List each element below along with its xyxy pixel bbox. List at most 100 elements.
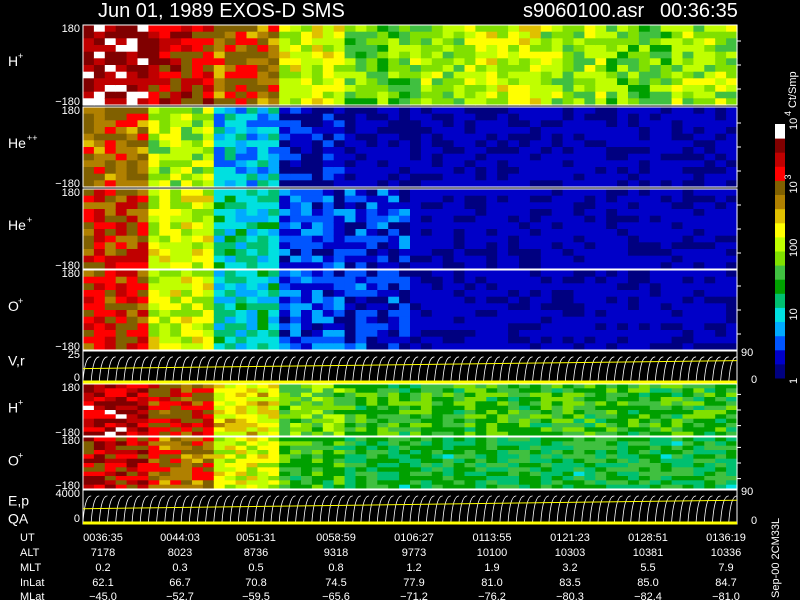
spectro-cell <box>726 405 738 411</box>
spectro-cell <box>453 384 466 389</box>
spectro-cell <box>301 78 313 86</box>
spectro-cell <box>464 229 476 237</box>
spectro-cell <box>715 303 727 311</box>
spectro-cell <box>322 450 335 455</box>
spectro-cell <box>246 310 258 318</box>
spectro-cell <box>638 480 651 486</box>
spectro-cell <box>137 437 149 442</box>
spectro-cell <box>693 173 705 181</box>
spectro-cell <box>355 173 367 181</box>
spectro-cell <box>704 336 716 344</box>
spectro-cell <box>213 480 226 486</box>
spectro-cell <box>246 427 258 433</box>
spectro-cell <box>202 195 215 203</box>
spectro-cell <box>628 242 640 250</box>
y-tick-min: 0 <box>74 372 80 384</box>
spectro-cell <box>115 445 128 451</box>
spectro-cell <box>628 107 640 115</box>
spectro-cell <box>540 107 553 115</box>
spectro-cell <box>638 423 651 428</box>
spectro-cell <box>181 397 193 402</box>
spectro-cell <box>311 330 324 338</box>
spectro-cell <box>126 388 139 394</box>
spectro-cell <box>475 71 487 79</box>
spectro-cell <box>290 418 302 424</box>
spectro-cell <box>628 91 640 99</box>
spectro-cell <box>268 51 280 59</box>
spectro-cell <box>104 120 117 128</box>
spectro-cell <box>246 296 258 304</box>
spectro-cell <box>268 336 280 344</box>
spectro-cell <box>159 65 171 73</box>
spectro-cell <box>595 85 607 93</box>
spectro-cell <box>104 107 117 115</box>
spectro-cell <box>246 441 258 447</box>
spectro-cell <box>671 242 684 250</box>
spectro-cell <box>540 467 553 473</box>
y-tick-max: 180 <box>62 187 80 199</box>
spectro-cell <box>83 401 95 407</box>
spectro-cell <box>420 437 433 442</box>
spectro-cell <box>464 167 476 175</box>
spectro-cell <box>224 85 237 93</box>
spectro-cell <box>497 107 509 115</box>
spectro-cell <box>551 276 564 284</box>
spectro-cell <box>660 58 673 66</box>
spectro-cell <box>279 133 291 141</box>
spectro-cell <box>322 392 335 398</box>
spectro-cell <box>497 467 509 473</box>
spectro-cell <box>246 476 258 481</box>
spectro-cell <box>573 316 585 324</box>
spectro-cell <box>551 458 564 464</box>
spectro-cell <box>693 195 705 203</box>
spectro-cell <box>268 85 280 93</box>
spectro-cell <box>224 45 237 53</box>
spectro-cell <box>268 167 280 175</box>
spectro-cell <box>584 290 596 298</box>
spectro-cell <box>573 401 585 407</box>
spectro-cell <box>148 397 160 402</box>
spectro-cell <box>660 71 673 79</box>
spectro-cell <box>93 384 106 389</box>
spectro-cell <box>93 441 106 447</box>
spectro-cell <box>224 410 237 415</box>
spectro-cell <box>551 255 564 263</box>
spectro-cell <box>333 229 346 237</box>
spectro-cell <box>442 471 455 477</box>
spectro-cell <box>726 167 738 175</box>
spectro-cell <box>279 65 291 73</box>
spectro-cell <box>420 113 433 121</box>
spectro-cell <box>290 283 302 291</box>
spectro-cell <box>333 25 346 33</box>
spectro-cell <box>235 414 248 420</box>
spectro-cell <box>660 296 673 304</box>
spectro-cell <box>115 270 128 278</box>
spectro-cell <box>377 38 389 46</box>
spectro-cell <box>148 45 160 53</box>
spectro-cell <box>137 235 149 243</box>
spectro-cell <box>671 209 684 217</box>
spectro-cell <box>475 242 487 250</box>
spectro-cell <box>301 471 313 477</box>
spectro-cell <box>497 476 509 481</box>
spectro-cell <box>257 441 269 447</box>
spectro-cell <box>410 31 422 39</box>
spectro-cell <box>388 107 400 115</box>
spectro-cell <box>540 454 553 460</box>
spectro-cell <box>246 222 258 230</box>
spectro-cell <box>344 410 357 415</box>
spectro-cell <box>540 445 553 451</box>
spectro-cell <box>726 410 738 415</box>
spectro-cell <box>453 401 466 407</box>
spectro-cell <box>682 283 694 291</box>
spectro-cell <box>192 283 204 291</box>
spectro-cell <box>638 91 651 99</box>
spectro-cell <box>224 397 237 402</box>
spectro-cell <box>301 384 313 389</box>
spectro-cell <box>159 58 171 66</box>
spectro-cell <box>519 242 531 250</box>
spectro-cell <box>726 38 738 46</box>
spectro-cell <box>268 270 280 278</box>
spectro-cell <box>519 45 531 53</box>
spectro-cell <box>170 276 182 284</box>
